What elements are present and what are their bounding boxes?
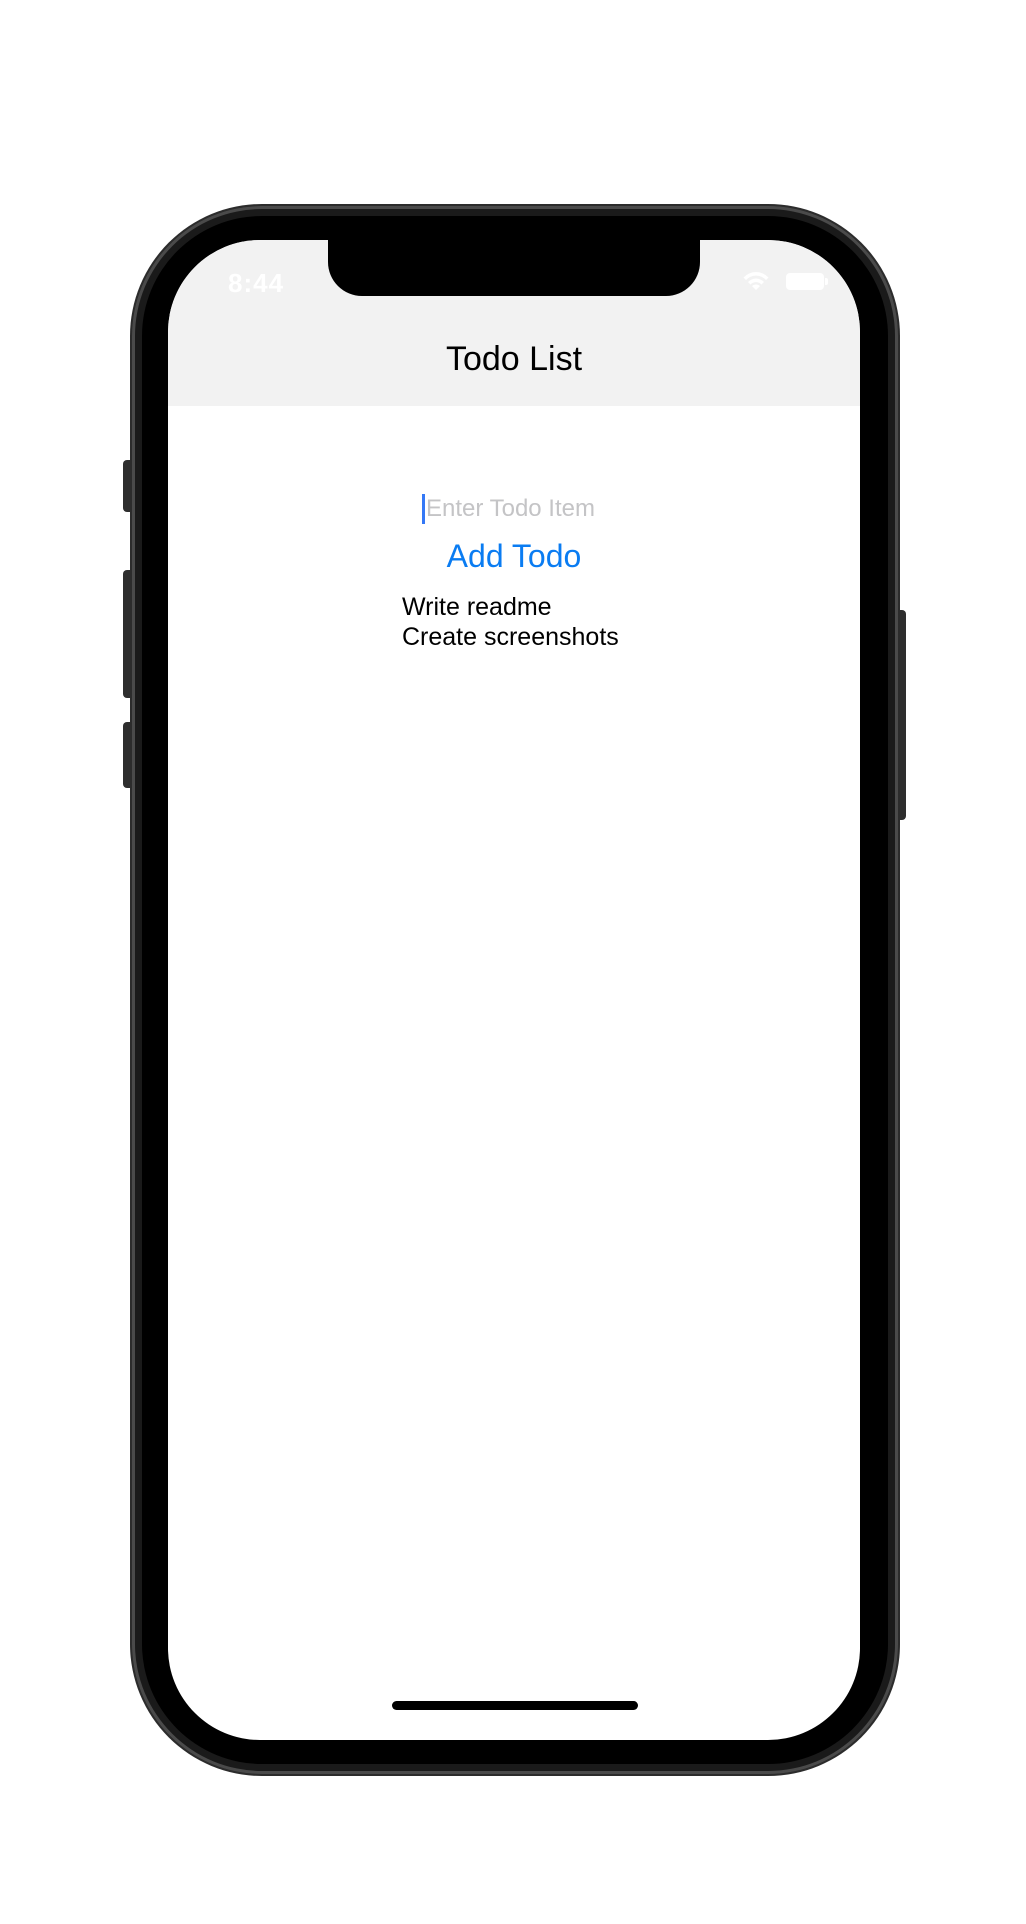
todo-list: Write readme Create screenshots <box>402 592 619 652</box>
todo-input[interactable] <box>422 492 616 526</box>
add-todo-button[interactable]: Add Todo <box>168 538 860 575</box>
todo-item: Create screenshots <box>402 623 619 651</box>
home-indicator[interactable] <box>392 1701 638 1710</box>
page: Todo List 8:44 Add Todo Write readme <box>0 0 1026 1924</box>
todo-input-container[interactable] <box>422 492 616 526</box>
status-time: 8:44 <box>228 268 285 298</box>
text-cursor <box>422 494 425 524</box>
battery-icon <box>786 272 828 290</box>
status-indicators <box>742 270 828 292</box>
wifi-icon <box>742 270 770 292</box>
notch <box>328 240 700 296</box>
todo-item: Write readme <box>402 593 552 621</box>
phone-screen: Todo List 8:44 Add Todo Write readme <box>168 240 860 1740</box>
page-title: Todo List <box>445 340 583 378</box>
